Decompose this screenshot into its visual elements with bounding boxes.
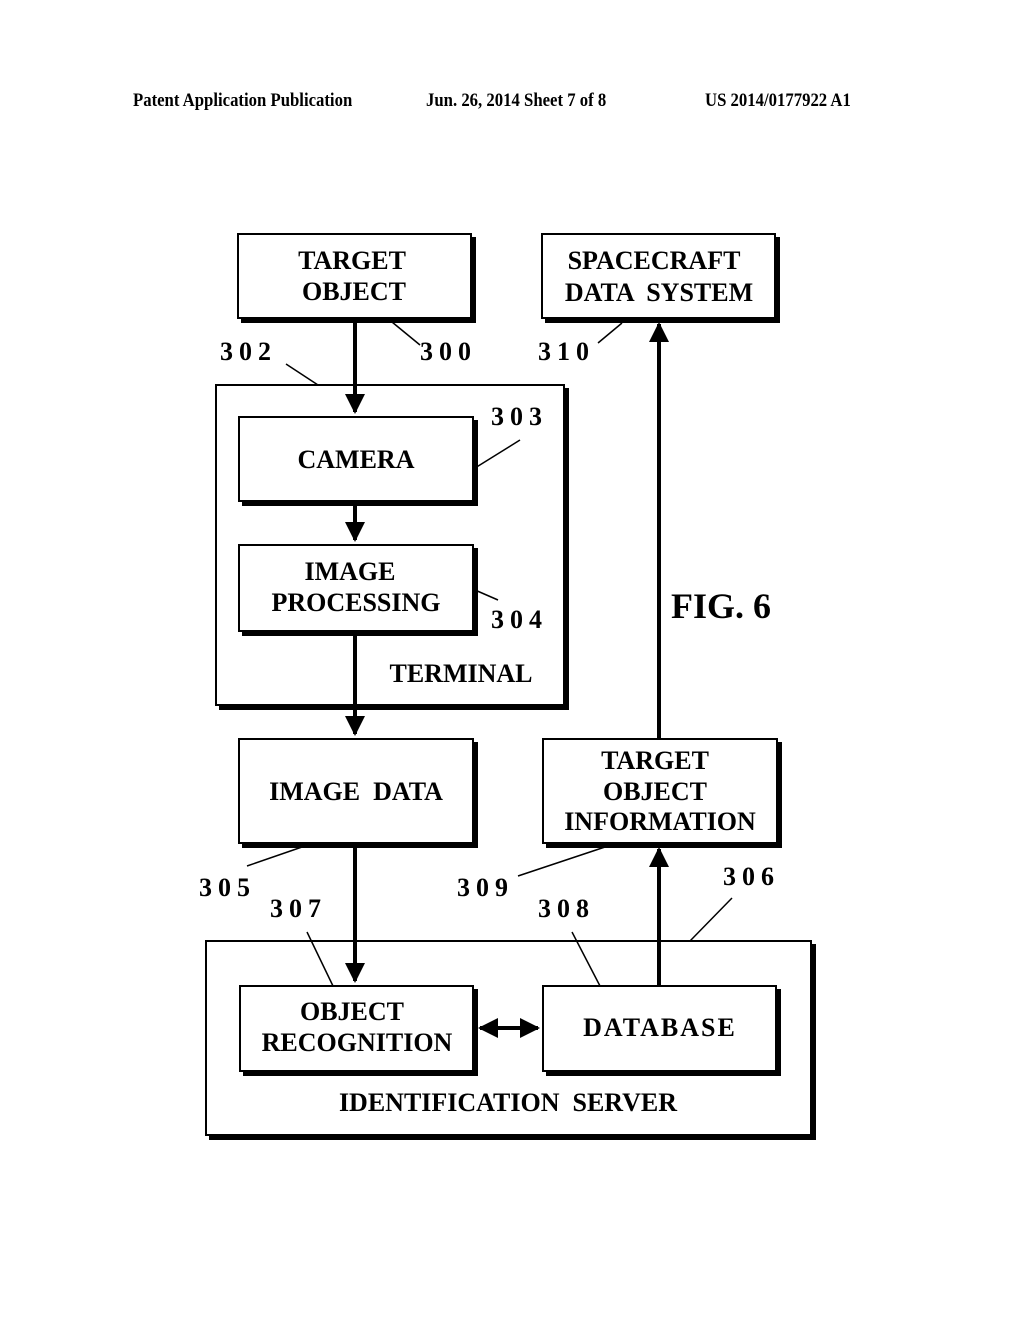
leader-309 xyxy=(517,846,606,877)
image-processing-line-1: IMAGE xyxy=(305,557,396,586)
spacecraft-line-2: DATA SYSTEM xyxy=(565,278,753,307)
block-diagram: TARGET OBJECT SPACECRAFT DATA SYSTEM CAM… xyxy=(199,233,816,1140)
camera-label: CAMERA xyxy=(298,445,415,474)
ref-300: 300 xyxy=(420,337,477,366)
object-recognition-box: OBJECT RECOGNITION xyxy=(239,985,478,1076)
target-object-info-line-1: TARGET xyxy=(601,746,709,775)
ref-306: 306 xyxy=(723,862,780,891)
leader-302 xyxy=(285,363,319,386)
target-object-line-1: TARGET xyxy=(298,246,406,275)
image-data-label: IMAGE DATA xyxy=(269,777,443,806)
ref-307: 307 xyxy=(270,894,327,923)
object-recognition-line-1: OBJECT xyxy=(300,997,404,1026)
target-object-information-box: TARGET OBJECT INFORMATION xyxy=(542,738,782,848)
leader-306 xyxy=(689,897,733,942)
terminal-label: TERMINAL xyxy=(389,659,532,688)
target-object-info-line-3: INFORMATION xyxy=(564,807,756,836)
image-processing-box: IMAGE PROCESSING xyxy=(238,544,478,636)
spacecraft-line-1: SPACECRAFT xyxy=(568,246,741,275)
object-recognition-line-2: RECOGNITION xyxy=(262,1028,453,1057)
leader-305 xyxy=(246,846,303,867)
target-object-line-2: OBJECT xyxy=(302,277,406,306)
database-box: DATABASE xyxy=(542,985,781,1076)
spacecraft-data-system-box: SPACECRAFT DATA SYSTEM xyxy=(541,233,780,323)
figure-label: FIG. 6 xyxy=(671,586,771,626)
leader-300 xyxy=(391,321,421,346)
camera-box: CAMERA xyxy=(238,416,478,506)
ref-304: 304 xyxy=(491,605,548,634)
ref-310: 310 xyxy=(538,337,595,366)
image-data-box: IMAGE DATA xyxy=(238,738,478,848)
leader-310 xyxy=(597,322,623,344)
ref-308: 308 xyxy=(538,894,595,923)
ref-305: 305 xyxy=(199,873,256,902)
ref-303: 303 xyxy=(491,402,548,431)
target-object-info-line-2: OBJECT xyxy=(603,777,707,806)
ref-309: 309 xyxy=(457,873,514,902)
ref-302: 302 xyxy=(220,337,277,366)
database-label: DATABASE xyxy=(583,1013,737,1042)
identification-server-label: IDENTIFICATION SERVER xyxy=(339,1088,677,1117)
image-processing-line-2: PROCESSING xyxy=(271,588,440,617)
target-object-box: TARGET OBJECT xyxy=(237,233,476,323)
